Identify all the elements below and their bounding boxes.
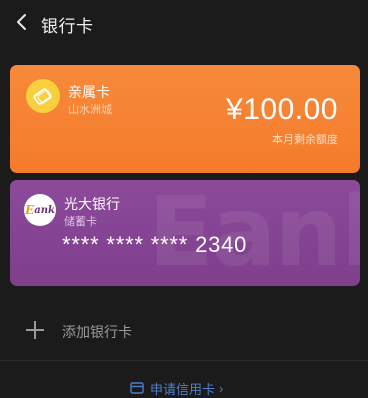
header: 银行卡	[0, 0, 368, 46]
bank-name: 光大银行	[64, 196, 120, 212]
family-card-subtitle: 山水洲城	[68, 104, 112, 116]
apply-credit-card-label: 申请信用卡	[150, 381, 216, 397]
credit-card-icon	[130, 382, 144, 394]
chevron-right-icon: ›	[219, 380, 224, 396]
family-card-amount: ¥100.00	[226, 93, 338, 126]
bank-card-type: 储蓄卡	[64, 216, 97, 228]
divider	[0, 360, 368, 361]
bank-card-number: **** **** **** 2340	[62, 232, 248, 257]
add-bank-card-button[interactable]: 添加银行卡	[10, 305, 360, 355]
bank-card[interactable]: Eank Eank 光大银行 储蓄卡 **** **** **** 2340	[10, 180, 360, 286]
plus-icon	[26, 321, 44, 339]
page-title: 银行卡	[41, 17, 94, 36]
add-bank-card-label: 添加银行卡	[62, 324, 132, 340]
bank-logo-letter: E	[25, 203, 35, 217]
back-button[interactable]	[10, 10, 34, 34]
family-card-logo-icon	[26, 79, 60, 113]
family-card-amount-label: 本月剩余额度	[272, 134, 338, 146]
bank-logo-text: ank	[34, 204, 55, 216]
chevron-left-icon	[17, 14, 26, 30]
apply-credit-card-link[interactable]: 申请信用卡 ›	[130, 378, 223, 398]
bank-logo-icon: Eank	[24, 194, 56, 226]
family-card[interactable]: 亲属卡 山水洲城 ¥100.00 本月剩余额度	[10, 65, 360, 173]
family-card-name: 亲属卡	[68, 84, 110, 100]
